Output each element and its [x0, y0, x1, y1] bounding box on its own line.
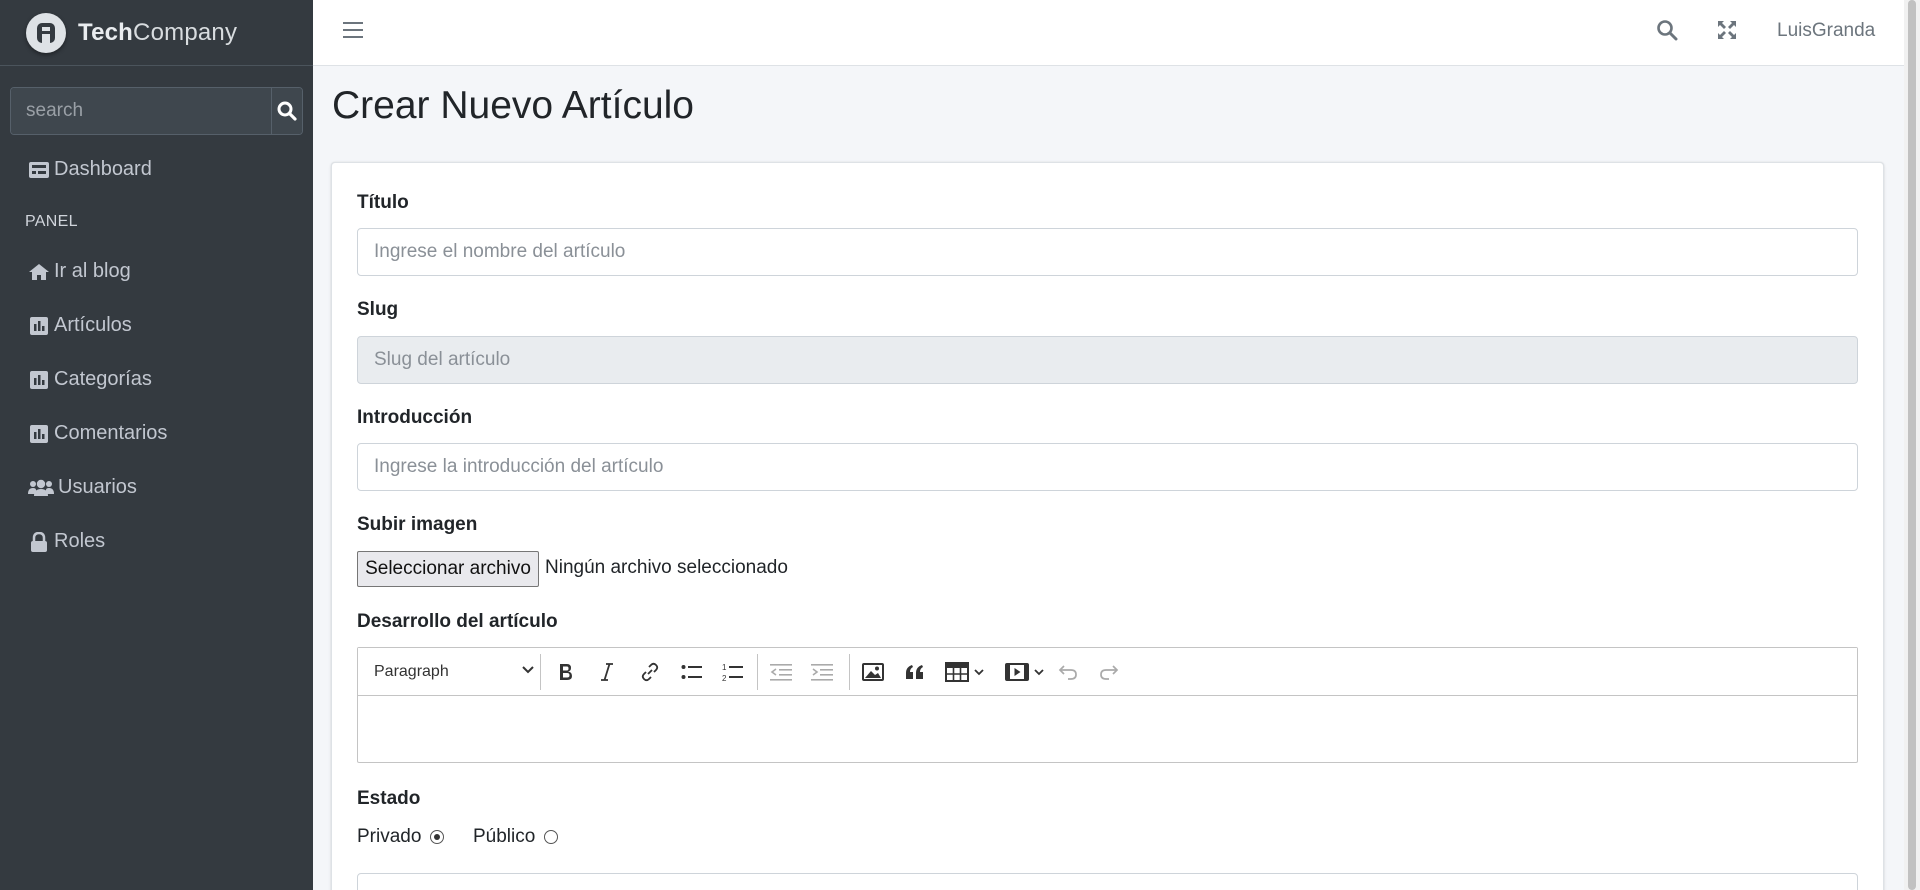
menu-toggle-icon[interactable]: [343, 22, 363, 40]
category-select-partial[interactable]: [357, 873, 1858, 890]
bold-icon[interactable]: [554, 660, 578, 684]
radio-label: Público: [473, 826, 536, 847]
estado-label: Estado: [357, 788, 421, 809]
sidebar-item-label: Roles: [54, 530, 106, 552]
sidebar-item-label: Artículos: [54, 314, 132, 336]
brand-link[interactable]: TechCompany: [0, 0, 313, 66]
media-embed-icon[interactable]: [1005, 660, 1049, 684]
bulleted-list-icon[interactable]: [680, 660, 704, 684]
radio-button-privado[interactable]: [430, 830, 445, 844]
sidebar-item-articulos[interactable]: Artículos: [28, 314, 132, 337]
sidebar-item-label: Usuarios: [58, 476, 137, 498]
image-insert-icon[interactable]: [861, 660, 885, 684]
page-scrollbar[interactable]: [1904, 0, 1920, 890]
sidebar-search-button[interactable]: [271, 88, 302, 134]
toolbar-divider: [849, 654, 850, 690]
brand-logo: [26, 12, 66, 53]
titulo-label: Título: [357, 192, 409, 213]
search-icon: [277, 101, 297, 121]
paragraph-format-label: Paragraph: [374, 663, 449, 680]
sidebar-item-dashboard[interactable]: Dashboard: [28, 158, 152, 181]
chevron-down-icon: [522, 666, 534, 674]
sidebar-item-categorias[interactable]: Categorías: [28, 368, 152, 391]
svg-text:1: 1: [722, 663, 727, 672]
imagen-label: Subir imagen: [357, 514, 478, 535]
editor-content-area[interactable]: [358, 696, 1857, 762]
paragraph-format-dropdown[interactable]: Paragraph: [374, 660, 534, 684]
radio-button-publico[interactable]: [544, 830, 559, 844]
rich-text-editor: Paragraph 12: [357, 647, 1858, 763]
introduccion-label: Introducción: [357, 407, 473, 428]
italic-icon[interactable]: [595, 660, 619, 684]
chart-bar-icon: [28, 369, 50, 391]
undo-icon[interactable]: [1056, 660, 1080, 684]
scrollbar-thumb[interactable]: [1908, 0, 1916, 890]
toolbar-divider: [757, 654, 758, 690]
desarrollo-label: Desarrollo del artículo: [357, 611, 558, 632]
sidebar-item-label: Ir al blog: [54, 260, 131, 282]
dashboard-icon: [28, 159, 50, 181]
indent-icon[interactable]: [810, 660, 834, 684]
page-title: Crear Nuevo Artículo: [332, 84, 694, 127]
sidebar-item-label: Categorías: [54, 368, 152, 390]
introduccion-input[interactable]: [357, 443, 1858, 491]
table-insert-icon[interactable]: [945, 660, 989, 684]
sidebar-section-header: PANEL: [25, 213, 78, 230]
users-icon: [28, 477, 54, 499]
fullscreen-icon[interactable]: [1717, 20, 1737, 45]
titulo-input[interactable]: [357, 228, 1858, 276]
blockquote-icon[interactable]: [903, 660, 927, 684]
estado-option-publico[interactable]: Público: [473, 826, 559, 848]
lock-icon: [28, 531, 50, 553]
toolbar-divider: [540, 654, 541, 690]
editor-toolbar: Paragraph 12: [358, 648, 1857, 696]
redo-icon[interactable]: [1097, 660, 1121, 684]
logo-icon: [37, 22, 55, 43]
sidebar-item-label: Comentarios: [54, 422, 168, 444]
home-icon: [28, 261, 50, 283]
top-navbar: LuisGranda: [313, 0, 1904, 66]
file-select-button[interactable]: Seleccionar archivo: [357, 551, 539, 587]
file-status-text: Ningún archivo seleccionado: [545, 557, 788, 578]
slug-label: Slug: [357, 299, 399, 320]
navbar-search-icon[interactable]: [1656, 19, 1678, 46]
svg-text:2: 2: [722, 674, 727, 682]
sidebar-item-comentarios[interactable]: Comentarios: [28, 422, 167, 445]
sidebar-item-blog[interactable]: Ir al blog: [28, 260, 131, 283]
sidebar-search: [10, 87, 303, 135]
sidebar-item-roles[interactable]: Roles: [28, 530, 105, 553]
chart-bar-icon: [28, 423, 50, 445]
outdent-icon[interactable]: [769, 660, 793, 684]
sidebar: TechCompany Dashboard PANEL Ir al blog A…: [0, 0, 313, 890]
radio-label: Privado: [357, 826, 422, 847]
brand-name: TechCompany: [78, 18, 238, 46]
sidebar-item-label: Dashboard: [54, 158, 152, 180]
chart-bar-icon: [28, 315, 50, 337]
sidebar-search-input[interactable]: [11, 88, 271, 134]
user-menu[interactable]: LuisGranda: [1777, 20, 1875, 42]
numbered-list-icon[interactable]: 12: [721, 660, 745, 684]
link-icon[interactable]: [638, 660, 662, 684]
estado-option-privado[interactable]: Privado: [357, 826, 445, 848]
sidebar-item-usuarios[interactable]: Usuarios: [28, 476, 137, 499]
slug-input[interactable]: [357, 336, 1858, 384]
